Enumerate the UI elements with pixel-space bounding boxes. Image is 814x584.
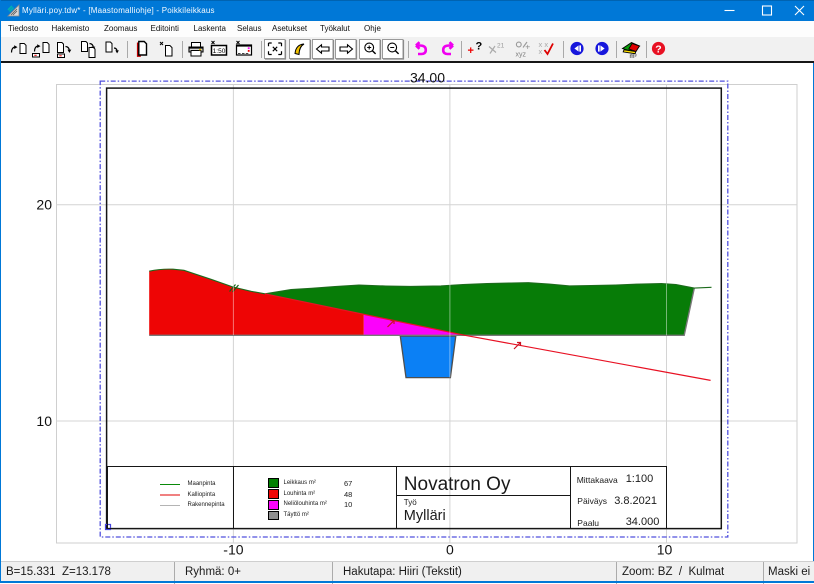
svg-text:-10: -10: [223, 542, 243, 558]
svg-text:m³: m³: [630, 54, 637, 60]
svg-text:10: 10: [657, 542, 673, 558]
svg-text:x: x: [539, 47, 543, 56]
svg-text:21: 21: [497, 43, 505, 50]
svg-text:?: ?: [655, 43, 661, 55]
svg-text:+: +: [525, 42, 530, 52]
svg-text:20: 20: [36, 197, 52, 213]
svg-text:0: 0: [446, 542, 454, 558]
svg-text:xyz: xyz: [516, 52, 527, 59]
svg-text:+: +: [467, 45, 473, 57]
svg-text:10: 10: [36, 413, 52, 429]
svg-text:34.00: 34.00: [410, 70, 445, 86]
svg-text:1:50: 1:50: [213, 48, 226, 55]
svg-text:?: ?: [475, 41, 482, 53]
